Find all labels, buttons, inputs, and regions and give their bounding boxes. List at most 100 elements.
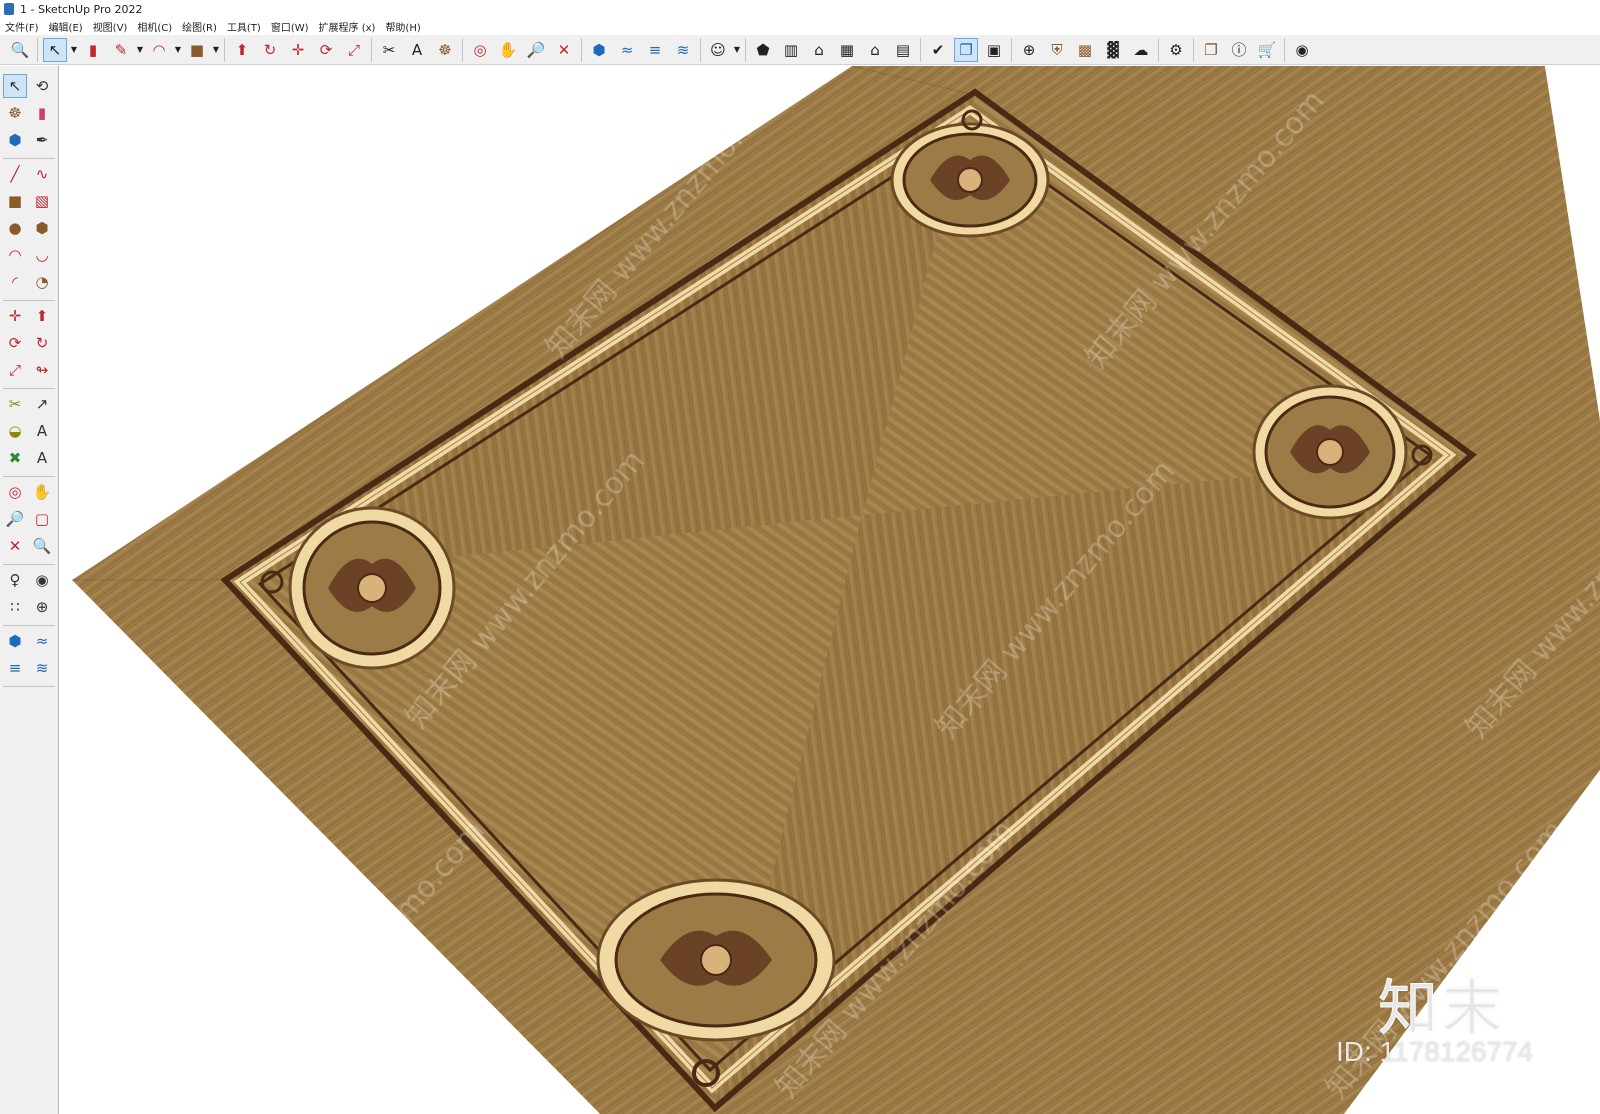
- left-view-icon[interactable]: ▤: [891, 38, 915, 62]
- share-model-icon[interactable]: ≈: [30, 629, 54, 653]
- orbit-icon[interactable]: ◎: [468, 38, 492, 62]
- position-camera-icon[interactable]: ♀: [3, 568, 27, 592]
- shadow-icon[interactable]: ▓: [1101, 38, 1125, 62]
- solid-tools-icon[interactable]: ✔: [926, 38, 950, 62]
- menu-extensions[interactable]: 扩展程序 (x): [314, 19, 381, 34]
- polygon-icon[interactable]: ⬢: [30, 216, 54, 240]
- photo-match-icon[interactable]: ▩: [1073, 38, 1097, 62]
- eraser-icon[interactable]: ▮: [81, 38, 105, 62]
- scale-icon[interactable]: ⤢: [342, 38, 366, 62]
- look-around-icon[interactable]: ◉: [30, 568, 54, 592]
- chevron-down-icon[interactable]: ▼: [211, 45, 221, 54]
- pencil-icon[interactable]: ✎: [109, 38, 133, 62]
- rotate-icon[interactable]: ⟳: [314, 38, 338, 62]
- menu-draw[interactable]: 绘图(R): [177, 19, 222, 34]
- arc-icon[interactable]: ◠: [147, 38, 171, 62]
- circle-icon[interactable]: ●: [3, 216, 27, 240]
- menu-edit[interactable]: 编辑(E): [44, 19, 88, 34]
- warehouse-icon[interactable]: ⬢: [587, 38, 611, 62]
- orbit-icon[interactable]: ◎: [3, 480, 27, 504]
- extension-warehouse-icon[interactable]: ⚙: [1164, 38, 1188, 62]
- rotated-rectangle-icon[interactable]: ▧: [30, 189, 54, 213]
- previous-view-icon[interactable]: 🔍: [30, 534, 54, 558]
- menu-file[interactable]: 文件(F): [0, 19, 44, 34]
- pan-icon[interactable]: ✋: [496, 38, 520, 62]
- outer-shell-icon[interactable]: ❐: [954, 37, 978, 62]
- menu-camera[interactable]: 相机(C): [132, 19, 177, 34]
- axes-icon[interactable]: ✖: [3, 446, 27, 470]
- extension-manager-icon[interactable]: ❐: [1199, 38, 1223, 62]
- follow-me-icon[interactable]: ↻: [30, 331, 54, 355]
- tag-tool-icon[interactable]: ✒: [30, 128, 54, 152]
- styles-icon[interactable]: ≋: [30, 656, 54, 680]
- toolbar-separator: [224, 37, 225, 62]
- info-icon[interactable]: ⓘ: [1227, 38, 1251, 62]
- push-pull-icon[interactable]: ⬆: [230, 38, 254, 62]
- chevron-down-icon[interactable]: ▼: [173, 45, 183, 54]
- pie-icon[interactable]: ◔: [30, 270, 54, 294]
- cart-icon[interactable]: 🛒: [1255, 38, 1279, 62]
- push-pull-icon[interactable]: ⬆: [30, 304, 54, 328]
- warehouse-icon[interactable]: ⬢: [3, 629, 27, 653]
- home-view-icon[interactable]: ⌂: [807, 38, 831, 62]
- pan-icon[interactable]: ✋: [30, 480, 54, 504]
- rectangle-icon[interactable]: ■: [3, 189, 27, 213]
- walk-icon[interactable]: ∷: [3, 595, 27, 619]
- dimension-icon[interactable]: ↗: [30, 392, 54, 416]
- model-viewport[interactable]: 知末网 www.znzmo.com 知末网 www.znzmo.com 知末网 …: [59, 66, 1600, 1114]
- line-icon[interactable]: ╱: [3, 162, 27, 186]
- chevron-down-icon[interactable]: ▼: [69, 45, 79, 54]
- zoom-window-icon[interactable]: ✕: [552, 38, 576, 62]
- offset-icon[interactable]: ↬: [30, 358, 54, 382]
- rotate-icon[interactable]: ⟳: [3, 331, 27, 355]
- back-view-icon[interactable]: ⌂: [863, 38, 887, 62]
- make-component-icon[interactable]: ⬢: [3, 128, 27, 152]
- section-icon[interactable]: ≈: [615, 38, 639, 62]
- tags-icon[interactable]: ≡: [3, 656, 27, 680]
- add-location-icon[interactable]: ⊕: [1017, 38, 1041, 62]
- styles-icon[interactable]: ≋: [671, 38, 695, 62]
- sandbox-icon[interactable]: ⛨: [1045, 38, 1069, 62]
- chevron-down-icon[interactable]: ▼: [732, 45, 742, 54]
- zoom-extents-icon[interactable]: 🔍: [8, 38, 32, 62]
- zoom-window-icon[interactable]: ▢: [30, 507, 54, 531]
- paint-bucket-icon[interactable]: ☸: [433, 38, 457, 62]
- tape-measure-icon[interactable]: ✂: [3, 392, 27, 416]
- text-icon[interactable]: A: [405, 38, 429, 62]
- zoom-icon[interactable]: 🔎: [524, 38, 548, 62]
- profile-icon[interactable]: ◉: [1290, 38, 1314, 62]
- account-icon[interactable]: ☺: [706, 38, 730, 62]
- follow-me-icon[interactable]: ↻: [258, 38, 282, 62]
- select-icon[interactable]: ↖: [3, 74, 27, 98]
- section-plane-icon[interactable]: ⊕: [30, 595, 54, 619]
- protractor-icon[interactable]: ◒: [3, 419, 27, 443]
- arc-icon[interactable]: ◠: [3, 243, 27, 267]
- shape-icon[interactable]: ■: [185, 38, 209, 62]
- front-view-icon[interactable]: ▥: [779, 38, 803, 62]
- three-point-arc-icon[interactable]: ◜: [3, 270, 27, 294]
- scale-icon[interactable]: ⤢: [3, 358, 27, 382]
- menu-help[interactable]: 帮助(H): [380, 19, 425, 34]
- tags-icon[interactable]: ≡: [643, 38, 667, 62]
- lasso-select-icon[interactable]: ⟲: [30, 74, 54, 98]
- 3d-text-icon[interactable]: A: [30, 446, 54, 470]
- select-icon[interactable]: ↖: [43, 37, 67, 62]
- menu-window[interactable]: 窗口(W): [266, 19, 314, 34]
- right-view-icon[interactable]: ▦: [835, 38, 859, 62]
- chevron-down-icon[interactable]: ▼: [135, 45, 145, 54]
- zoom-extents-icon[interactable]: ✕: [3, 534, 27, 558]
- text-icon[interactable]: A: [30, 419, 54, 443]
- zoom-icon[interactable]: 🔎: [3, 507, 27, 531]
- freehand-icon[interactable]: ∿: [30, 162, 54, 186]
- eraser-icon[interactable]: ▮: [30, 101, 54, 125]
- two-point-arc-icon[interactable]: ◡: [30, 243, 54, 267]
- menu-tools[interactable]: 工具(T): [222, 19, 266, 34]
- fog-icon[interactable]: ☁: [1129, 38, 1153, 62]
- tape-measure-icon[interactable]: ✂: [377, 38, 401, 62]
- move-icon[interactable]: ✛: [286, 38, 310, 62]
- menu-view[interactable]: 视图(V): [88, 19, 133, 34]
- move-icon[interactable]: ✛: [3, 304, 27, 328]
- intersect-icon[interactable]: ▣: [982, 38, 1006, 62]
- paint-bucket-icon[interactable]: ☸: [3, 101, 27, 125]
- iso-view-icon[interactable]: ⬟: [751, 38, 775, 62]
